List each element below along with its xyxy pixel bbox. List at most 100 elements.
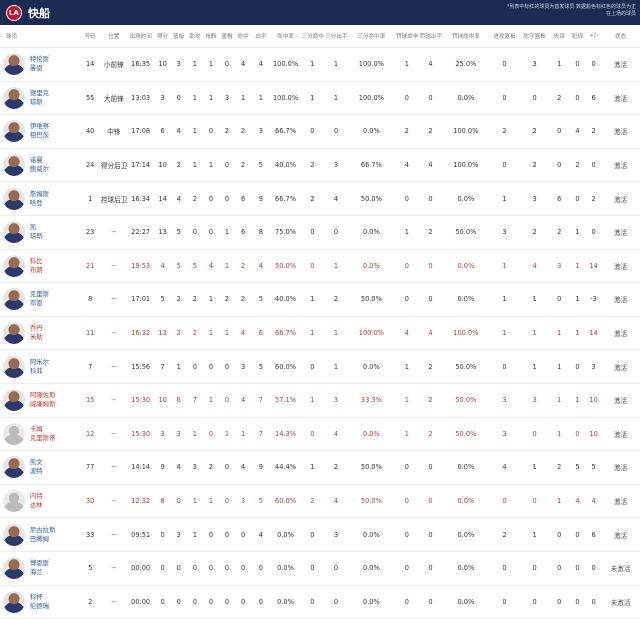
table-row[interactable]: 阿米尔 科菲 7 -- 15:56 7 1 0 0 0 3 5 60.0% 0 1 0.0% 1 2 50.0% 0 1… <box>0 349 640 384</box>
player-name-link[interactable]: 乔丹 米勒 <box>27 316 80 351</box>
player-name-link[interactable]: 德里克 琼斯 <box>27 81 80 116</box>
stat-blk: 0 <box>218 349 236 384</box>
player-avatar[interactable] <box>2 422 25 445</box>
column-header[interactable]: 罚球出手 <box>418 25 443 48</box>
player-name-link[interactable]: 博恩斯 海兰 <box>27 551 80 586</box>
player-name-link[interactable]: 科比 布朗 <box>27 249 80 284</box>
stat-tpm: 1 <box>300 316 325 351</box>
player-name-link[interactable]: 克里斯 邓恩 <box>27 282 80 317</box>
stat-tpm: 1 <box>300 282 325 317</box>
column-header[interactable]: 抢断 <box>202 25 219 48</box>
player-avatar[interactable] <box>2 490 25 513</box>
player-name-link[interactable]: 詹姆斯 哈登 <box>27 181 80 216</box>
column-header[interactable]: 助攻 <box>186 25 203 48</box>
stat-dreb: 3 <box>519 383 550 418</box>
column-header[interactable]: 状态 <box>601 25 640 48</box>
player-last-name: 巴腾姆 <box>29 534 50 543</box>
player-name-link[interactable]: 凯文 波特 <box>27 450 80 485</box>
player-avatar[interactable] <box>2 322 25 345</box>
stat-fgm: 4 <box>235 383 252 418</box>
player-avatar[interactable] <box>2 120 25 143</box>
column-header[interactable]: 盖帽 <box>218 25 236 48</box>
stat-ftm: 0 <box>395 517 419 552</box>
stat-tpa: 1 <box>324 249 348 284</box>
player-avatar[interactable] <box>2 355 25 378</box>
table-row[interactable]: 克里斯 邓恩 8 -- 17:01 5 2 2 1 2 2 5 40.0% 1 2 50.0% 0 0 0.0% 1 1… <box>0 282 640 317</box>
table-row[interactable]: 德里克 琼斯 55 大前锋 13:03 3 0 1 1 3 1 1 100.0% 1 1 100.0% 0 0 0.… <box>0 81 640 116</box>
player-avatar[interactable] <box>2 590 25 613</box>
player-avatar[interactable] <box>2 221 25 244</box>
player-name-link[interactable]: 尼古拉斯 巴腾姆 <box>27 517 80 552</box>
stat-blk: 1 <box>218 249 236 284</box>
column-header[interactable]: +/- <box>586 25 602 48</box>
table-row[interactable]: 特伦斯 曼恩 14 小前锋 16:35 10 3 1 1 0 4 4 100.0% 1 1 100.0% 1 4 2… <box>0 47 640 82</box>
player-avatar[interactable] <box>2 456 25 479</box>
player-name-link[interactable]: 诺曼 鲍威尔 <box>27 148 80 183</box>
stat-tpa: 1 <box>324 316 348 351</box>
player-avatar[interactable] <box>2 288 25 311</box>
stat-tpa: 3 <box>324 383 348 418</box>
player-name-link[interactable]: 卡姆 克里斯蒂 <box>27 417 80 452</box>
stat-ast: 3 <box>186 450 203 485</box>
table-row[interactable]: 科比 布朗 21 -- 19:53 4 5 5 4 1 2 4 50.0% 0 1 0.0% 0 0 0.0% 1 4 3… <box>0 249 640 284</box>
player-name-link[interactable]: 凯琼斯 <box>27 215 80 250</box>
avatar-cell <box>0 81 28 116</box>
player-avatar[interactable] <box>2 187 25 210</box>
column-header[interactable]: 罚球命中率 <box>442 25 490 48</box>
avatar-cell <box>0 517 28 552</box>
column-header[interactable]: 三分命中 <box>300 25 325 48</box>
table-row[interactable]: 诺曼 鲍威尔 24 得分后卫 17:14 10 2 1 1 0 2 5 40.0% 2 3 66.7% 4 4 10… <box>0 148 640 183</box>
column-header[interactable]: 出场时间 <box>126 25 155 48</box>
stat-status: 激活 <box>601 417 640 452</box>
table-row[interactable]: 乔丹 米勒 11 -- 16:32 13 2 2 1 1 4 6 66.7% 1 1 100.0% 4 4 100.… <box>0 316 640 351</box>
stat-fga: 4 <box>251 517 271 552</box>
player-name-link[interactable]: 内特 达林 <box>27 484 80 519</box>
table-row[interactable]: 凯文 波特 77 -- 14:14 9 4 3 2 0 4 9 44.4% 1 2 50.0% 0 0 0.0% 4 1… <box>0 450 640 485</box>
column-header[interactable]: 命中 <box>235 25 252 48</box>
column-header[interactable]: 篮板 <box>170 25 187 48</box>
stat-pm: -3 <box>586 282 602 317</box>
column-header[interactable]: 得分 <box>154 25 171 48</box>
column-header[interactable]: 防守篮板 <box>519 25 550 48</box>
player-avatar[interactable] <box>2 557 25 580</box>
player-name-link[interactable]: 伊维察 祖巴茨 <box>27 114 80 149</box>
table-row[interactable]: 詹姆斯 哈登 1 控球后卫 16:34 14 4 2 0 0 6 9 66.7% 2 4 50.0% 0 0 0.0… <box>0 181 640 216</box>
column-header[interactable]: 球员 <box>0 25 80 48</box>
player-name-link[interactable]: 阿隆佐斯 威廉姆斯 <box>27 383 80 418</box>
table-row[interactable]: 博恩斯 海兰 5 -- 00:00 0 0 0 0 0 0 0 0.0% 0 0 0.0% 0 0 0.0% 0 0 0 0… <box>0 551 640 586</box>
table-row[interactable]: 科杯 伦德瑞 2 -- 00:00 0 0 0 0 0 0 0 0.0% 0 0 0.0% 0 0 0.0% 0 0 0 0… <box>0 585 640 619</box>
player-name-link[interactable]: 阿米尔 科菲 <box>27 349 80 384</box>
column-header[interactable]: 三分命中率 <box>347 25 395 48</box>
column-header[interactable]: 犯规 <box>568 25 587 48</box>
player-avatar[interactable] <box>2 254 25 277</box>
stat-oreb: 2 <box>489 517 520 552</box>
stat-blk: 0 <box>218 585 236 619</box>
column-header[interactable]: 三分出手 <box>324 25 348 48</box>
stat-blk: 0 <box>218 517 236 552</box>
player-avatar[interactable] <box>2 86 25 109</box>
player-avatar[interactable] <box>2 389 25 412</box>
player-name-link[interactable]: 特伦斯 曼恩 <box>27 47 80 82</box>
stat-fgm: 0 <box>235 585 252 619</box>
column-header[interactable]: 罚球命中 <box>395 25 419 48</box>
player-avatar[interactable] <box>2 523 25 546</box>
stat-ast: 1 <box>186 47 203 82</box>
table-row[interactable]: 阿隆佐斯 威廉姆斯 15 -- 15:30 10 6 7 1 0 4 7 57.1% 1 3 33.3% 1 2 5… <box>0 383 640 418</box>
column-header[interactable]: 出手 <box>251 25 271 48</box>
player-avatar[interactable] <box>2 53 25 76</box>
column-header[interactable]: 号码 <box>79 25 101 48</box>
column-header[interactable]: 进攻篮板 <box>489 25 520 48</box>
table-row[interactable]: 内特 达林 30 -- 12:32 8 0 1 1 0 3 5 60.0% 2 4 50.0% 0 0 0.0% 0 0… <box>0 484 640 519</box>
stat-ast: 1 <box>186 148 203 183</box>
table-row[interactable]: 尼古拉斯 巴腾姆 33 -- 09:51 0 3 1 0 0 0 4 0.0% 0 3 0.0% 0 0 0.0% 2… <box>0 517 640 552</box>
table-row[interactable]: 凯琼斯 23 -- 22:27 13 5 0 0 1 6 8 75.0% 0 0 0.0% 1 2 50.0% 3 2… <box>0 215 640 250</box>
player-avatar[interactable] <box>2 154 25 177</box>
column-header[interactable]: 失误 <box>549 25 569 48</box>
column-header[interactable]: 位置 <box>100 25 127 48</box>
table-row[interactable]: 伊维察 祖巴茨 40 中锋 17:08 6 4 1 0 2 2 3 66.7% 0 0 0.0% 2 2 100.0… <box>0 114 640 149</box>
column-header[interactable]: 命中率 <box>270 25 301 48</box>
table-row[interactable]: 卡姆 克里斯蒂 12 -- 15:30 3 3 1 0 1 1 7 14.3% 0 4 0.0% 1 2 50.0%… <box>0 417 640 452</box>
stat-reb: 4 <box>170 114 187 149</box>
player-name-link[interactable]: 科杯 伦德瑞 <box>27 585 80 619</box>
stat-tov: 1 <box>549 316 569 351</box>
